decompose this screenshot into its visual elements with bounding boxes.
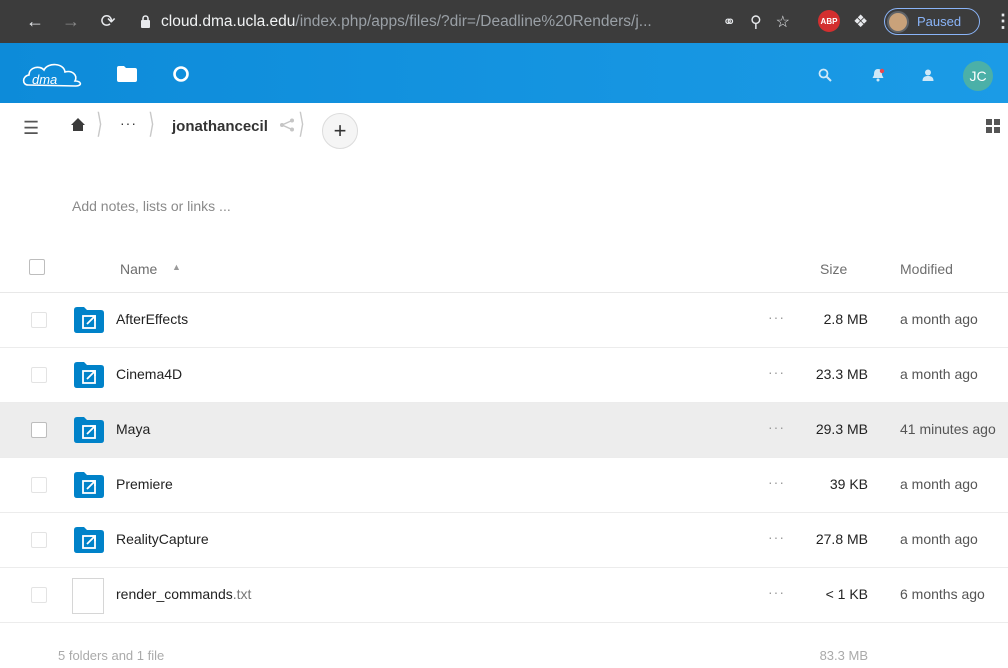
file-table-header: Name ▲ Size Modified [0, 243, 1008, 293]
table-row[interactable]: render_commands.txt ··· < 1 KB 6 months ago [0, 568, 1008, 623]
svg-text:dma: dma [32, 72, 57, 87]
file-modified: 6 months ago [900, 586, 985, 602]
file-basename: Premiere [116, 476, 173, 492]
hamburger-menu-icon[interactable]: ☰ [23, 118, 39, 139]
file-modified: a month ago [900, 476, 978, 492]
bookmark-star-icon[interactable]: ☆ [776, 12, 790, 32]
row-actions-menu[interactable]: ··· [768, 529, 785, 545]
url-host: cloud.dma.ucla.edu [161, 12, 296, 30]
shared-folder-icon[interactable] [74, 307, 104, 333]
column-header-modified[interactable]: Modified [900, 261, 953, 277]
row-actions-menu[interactable]: ··· [768, 419, 785, 435]
zoom-icon[interactable]: ⚲ [750, 12, 762, 32]
row-checkbox[interactable] [31, 422, 47, 438]
notes-placeholder[interactable]: Add notes, lists or links ... [72, 198, 231, 214]
extensions-puzzle-icon[interactable]: ❖ [853, 0, 868, 43]
profile-avatar [887, 10, 909, 33]
browser-toolbar: ← → ⟳ cloud.dma.ucla.edu/index.php/apps/… [0, 0, 1008, 43]
notifications-bell-icon[interactable] [868, 62, 888, 88]
breadcrumb-current[interactable]: jonathancecil [172, 118, 268, 135]
lock-icon [137, 15, 153, 28]
row-actions-menu[interactable]: ··· [768, 474, 785, 490]
url-text: cloud.dma.ucla.edu/index.php/apps/files/… [161, 13, 796, 31]
row-actions-menu[interactable]: ··· [768, 309, 785, 325]
key-icon[interactable]: ⚭ [723, 12, 736, 32]
row-checkbox[interactable] [31, 532, 47, 548]
file-modified: 41 minutes ago [900, 421, 996, 437]
shared-folder-icon[interactable] [74, 362, 104, 388]
file-name[interactable]: RealityCapture [116, 531, 209, 547]
breadcrumb-separator: ⟩ [96, 108, 103, 139]
file-name[interactable]: Maya [116, 421, 150, 437]
back-arrow-icon[interactable]: ← [20, 6, 50, 36]
file-size: 23.3 MB [815, 366, 868, 382]
contacts-icon[interactable] [918, 62, 938, 88]
breadcrumb-separator: ⟩ [148, 108, 155, 139]
table-row[interactable]: Cinema4D ··· 23.3 MB a month ago [0, 348, 1008, 403]
file-basename: AfterEffects [116, 311, 189, 327]
file-basename: Cinema4D [116, 366, 183, 382]
user-avatar[interactable]: JC [963, 61, 993, 91]
file-modified: a month ago [900, 531, 978, 547]
avatar-initials: JC [969, 68, 987, 84]
table-row[interactable]: AfterEffects ··· 2.8 MB a month ago [0, 293, 1008, 348]
file-name[interactable]: render_commands.txt [116, 586, 251, 602]
breadcrumb-separator: ⟩ [298, 108, 305, 139]
file-basename: render_commands [116, 586, 233, 602]
address-bar[interactable]: cloud.dma.ucla.edu/index.php/apps/files/… [131, 5, 796, 38]
file-extension: .txt [232, 586, 252, 602]
share-icon[interactable] [279, 118, 295, 137]
row-checkbox[interactable] [31, 477, 47, 493]
file-name[interactable]: AfterEffects [116, 311, 188, 327]
adblock-extension-icon[interactable]: ABP [818, 10, 840, 32]
url-path: /index.php/apps/files/?dir=/Deadline%20R… [295, 12, 652, 30]
file-size: 2.8 MB [823, 311, 868, 327]
shared-folder-icon[interactable] [74, 527, 104, 553]
forward-arrow-icon[interactable]: → [56, 6, 86, 36]
search-icon[interactable] [815, 62, 835, 88]
row-actions-menu[interactable]: ··· [768, 584, 785, 600]
file-modified: a month ago [900, 311, 978, 327]
file-name[interactable]: Cinema4D [116, 366, 182, 382]
activity-circle-icon[interactable] [170, 63, 192, 85]
home-icon[interactable] [70, 117, 86, 137]
column-header-size[interactable]: Size [820, 261, 847, 277]
table-row[interactable]: RealityCapture ··· 27.8 MB a month ago [0, 513, 1008, 568]
sort-ascending-icon[interactable]: ▲ [172, 262, 181, 272]
app-header: dma [0, 43, 1008, 103]
file-basename: Maya [116, 421, 151, 437]
file-summary-row: 5 folders and 1 file 83.3 MB [0, 623, 1008, 668]
browser-menu-icon[interactable]: ⋮ [994, 0, 1008, 43]
file-basename: RealityCapture [116, 531, 209, 547]
breadcrumb: ☰ ⟩ ··· ⟩ jonathancecil ⟩ + [0, 103, 1008, 153]
file-size: < 1 KB [825, 586, 868, 602]
profile-paused-button[interactable]: Paused [884, 8, 980, 35]
abp-label: ABP [820, 16, 838, 26]
file-modified: a month ago [900, 366, 978, 382]
new-item-plus-button[interactable]: + [322, 113, 358, 149]
breadcrumb-ellipsis[interactable]: ··· [120, 115, 137, 131]
file-size: 39 KB [829, 476, 868, 492]
summary-text: 5 folders and 1 file [58, 648, 165, 663]
file-name[interactable]: Premiere [116, 476, 173, 492]
row-actions-menu[interactable]: ··· [768, 364, 785, 380]
row-checkbox[interactable] [31, 587, 47, 603]
row-checkbox[interactable] [31, 367, 47, 383]
select-all-checkbox[interactable] [29, 259, 45, 275]
grid-view-icon[interactable] [986, 119, 1000, 138]
files-folder-icon[interactable] [116, 63, 138, 85]
row-checkbox[interactable] [31, 312, 47, 328]
text-file-icon[interactable] [72, 578, 104, 614]
shared-folder-icon[interactable] [74, 472, 104, 498]
column-header-name[interactable]: Name [120, 261, 157, 277]
file-size: 29.3 MB [815, 421, 868, 437]
paused-label: Paused [917, 14, 962, 29]
dma-logo[interactable]: dma [20, 59, 90, 89]
shared-folder-icon[interactable] [74, 417, 104, 443]
reload-icon[interactable]: ⟳ [93, 6, 123, 36]
table-row[interactable]: Maya ··· 29.3 MB 41 minutes ago [0, 403, 1008, 458]
file-size: 27.8 MB [815, 531, 868, 547]
table-row[interactable]: Premiere ··· 39 KB a month ago [0, 458, 1008, 513]
summary-total-size: 83.3 MB [819, 648, 868, 663]
